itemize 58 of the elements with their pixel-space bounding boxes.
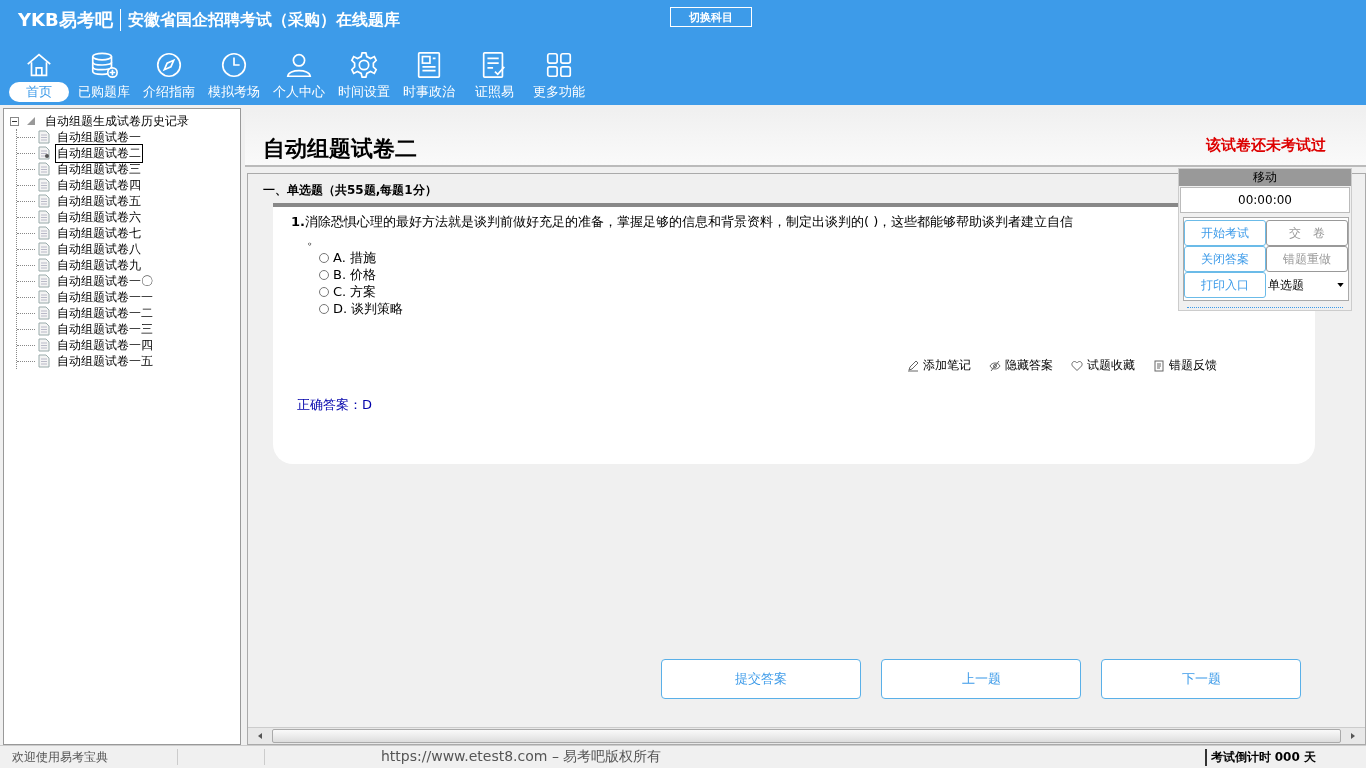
- clock-icon[interactable]: [219, 50, 249, 80]
- tree-item[interactable]: 自动组题试卷二: [55, 143, 143, 163]
- collapse-toggle-icon[interactable]: [10, 116, 19, 126]
- correct-answer: 正确答案：D: [297, 396, 373, 414]
- copyright-text: https://www.etest8.com – 易考吧版权所有: [381, 748, 662, 766]
- section-heading: 一、单选题（共55题,每题1分）: [263, 182, 437, 199]
- document-icon: [38, 274, 50, 288]
- welcome-text: 欢迎使用易考宝典: [11, 748, 109, 766]
- app-logo: YKB易考吧: [18, 8, 113, 32]
- timer-display: 00:00:00: [1180, 187, 1350, 213]
- document-icon: [38, 322, 50, 336]
- radio-button[interactable]: [319, 286, 329, 297]
- document-icon: [38, 162, 50, 176]
- question-action-link[interactable]: 错题反馈: [1169, 357, 1217, 374]
- grid-icon[interactable]: [544, 50, 574, 80]
- eye-icon[interactable]: [989, 359, 1001, 372]
- option-label[interactable]: B. 价格: [333, 265, 377, 284]
- question-text: 1.消除恐惧心理的最好方法就是谈判前做好充足的准备，掌握足够的信息和背景资料，制定出谈判的( )，这些都能够帮助谈判者建立自信: [291, 214, 1074, 229]
- document-icon: [38, 226, 50, 240]
- question-action-link[interactable]: 添加笔记: [923, 357, 971, 374]
- scroll-left-icon[interactable]: [256, 732, 264, 740]
- radio-button[interactable]: [319, 303, 329, 314]
- scrollbar-thumb[interactable]: [272, 729, 1341, 743]
- document-icon: [38, 210, 50, 224]
- option-label[interactable]: A. 措施: [333, 248, 376, 267]
- note-icon[interactable]: [1153, 359, 1165, 372]
- app-title: 安徽省国企招聘考试（采购）在线题库: [127, 9, 400, 31]
- caret-icon: [1337, 283, 1344, 287]
- option-label[interactable]: D. 谈判策略: [333, 299, 404, 318]
- document-icon: [38, 354, 50, 368]
- paper-title: 自动组题试卷二: [263, 135, 417, 163]
- exam-status: 该试卷还未考试过: [1206, 136, 1326, 156]
- document-pin-icon: [38, 146, 50, 160]
- document-icon: [38, 338, 50, 352]
- document-icon: [38, 290, 50, 304]
- option-label[interactable]: C. 方案: [333, 282, 377, 301]
- document-icon: [38, 242, 50, 256]
- panel-drag-bar[interactable]: 移动: [1179, 169, 1351, 186]
- document-icon: [38, 258, 50, 272]
- radio-button[interactable]: [319, 269, 329, 280]
- pencil-icon[interactable]: [907, 359, 919, 372]
- triangle-icon: [26, 116, 36, 126]
- exam-countdown: 考试倒计时 000 天: [1204, 748, 1316, 766]
- question-action-link[interactable]: 试题收藏: [1087, 357, 1135, 374]
- radio-button[interactable]: [319, 252, 329, 263]
- document-icon: [38, 178, 50, 192]
- document-icon: [38, 306, 50, 320]
- database-icon[interactable]: [89, 50, 119, 80]
- compass-icon[interactable]: [154, 50, 184, 80]
- document-icon: [38, 194, 50, 208]
- scroll-right-icon[interactable]: [1349, 732, 1357, 740]
- gear-icon[interactable]: [349, 50, 379, 80]
- document-icon: [38, 130, 50, 144]
- question-action-link[interactable]: 隐藏答案: [1005, 357, 1053, 374]
- question-text-end: 。: [307, 231, 320, 249]
- question-type-select[interactable]: 单选题: [1266, 272, 1348, 298]
- heart-icon[interactable]: [1071, 359, 1083, 372]
- horizontal-scrollbar[interactable]: [248, 727, 1365, 744]
